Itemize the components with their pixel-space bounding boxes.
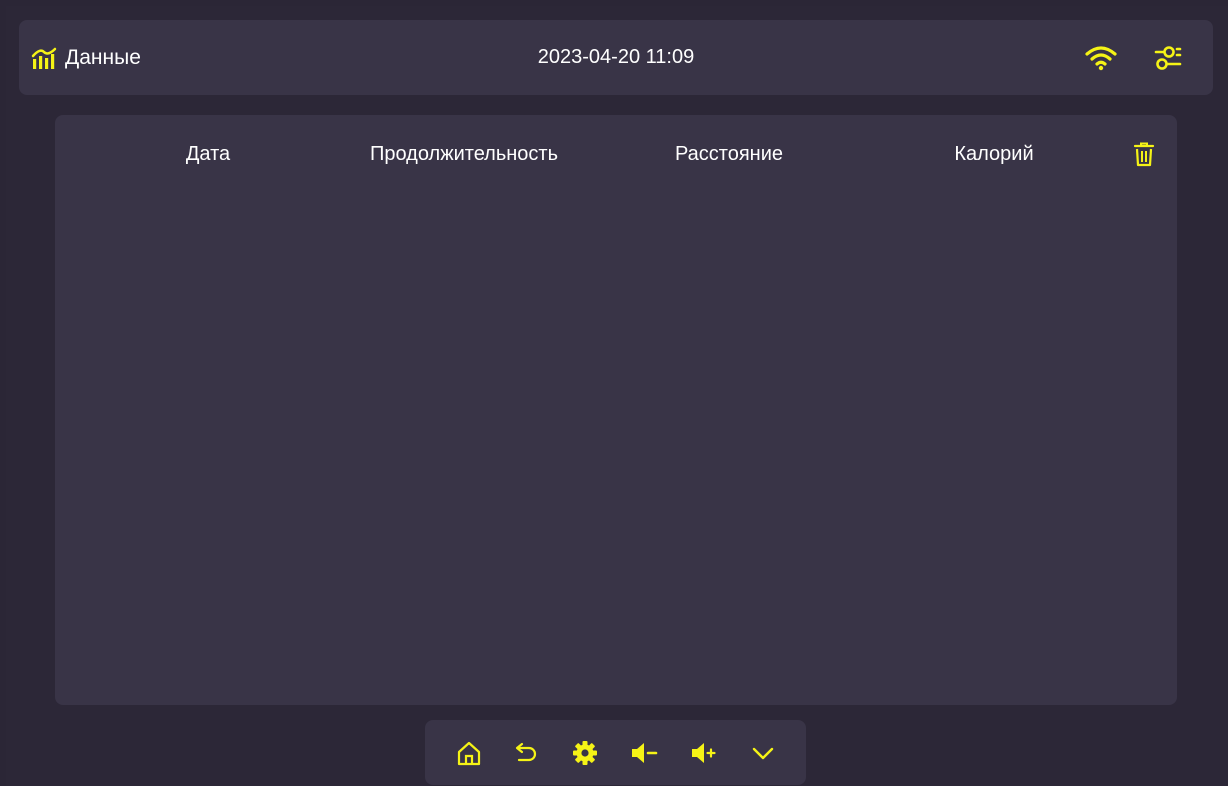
volume-down-icon[interactable]: [630, 740, 658, 766]
column-header-date: Дата: [185, 143, 231, 165]
column-header-distance: Расстояние: [674, 143, 784, 165]
column-header-calories: Калорий: [954, 143, 1034, 165]
header-actions: [1085, 20, 1183, 95]
datetime-display: 2023-04-20 11:09: [537, 46, 695, 68]
wifi-icon[interactable]: [1085, 45, 1117, 71]
column-header-duration: Продолжительность: [370, 143, 558, 165]
back-icon[interactable]: [514, 740, 540, 766]
volume-up-icon[interactable]: [690, 740, 718, 766]
chevron-down-icon[interactable]: [750, 740, 776, 766]
trash-icon[interactable]: [1133, 141, 1155, 167]
home-icon[interactable]: [456, 740, 482, 766]
header-bar: Данные 2023-04-20 11:09: [19, 20, 1213, 95]
gear-icon[interactable]: [572, 740, 598, 766]
sliders-icon[interactable]: [1153, 43, 1183, 73]
bottom-navigation: [425, 720, 806, 785]
data-table: Дата Продолжительность Расстояние Калори…: [55, 115, 1177, 705]
